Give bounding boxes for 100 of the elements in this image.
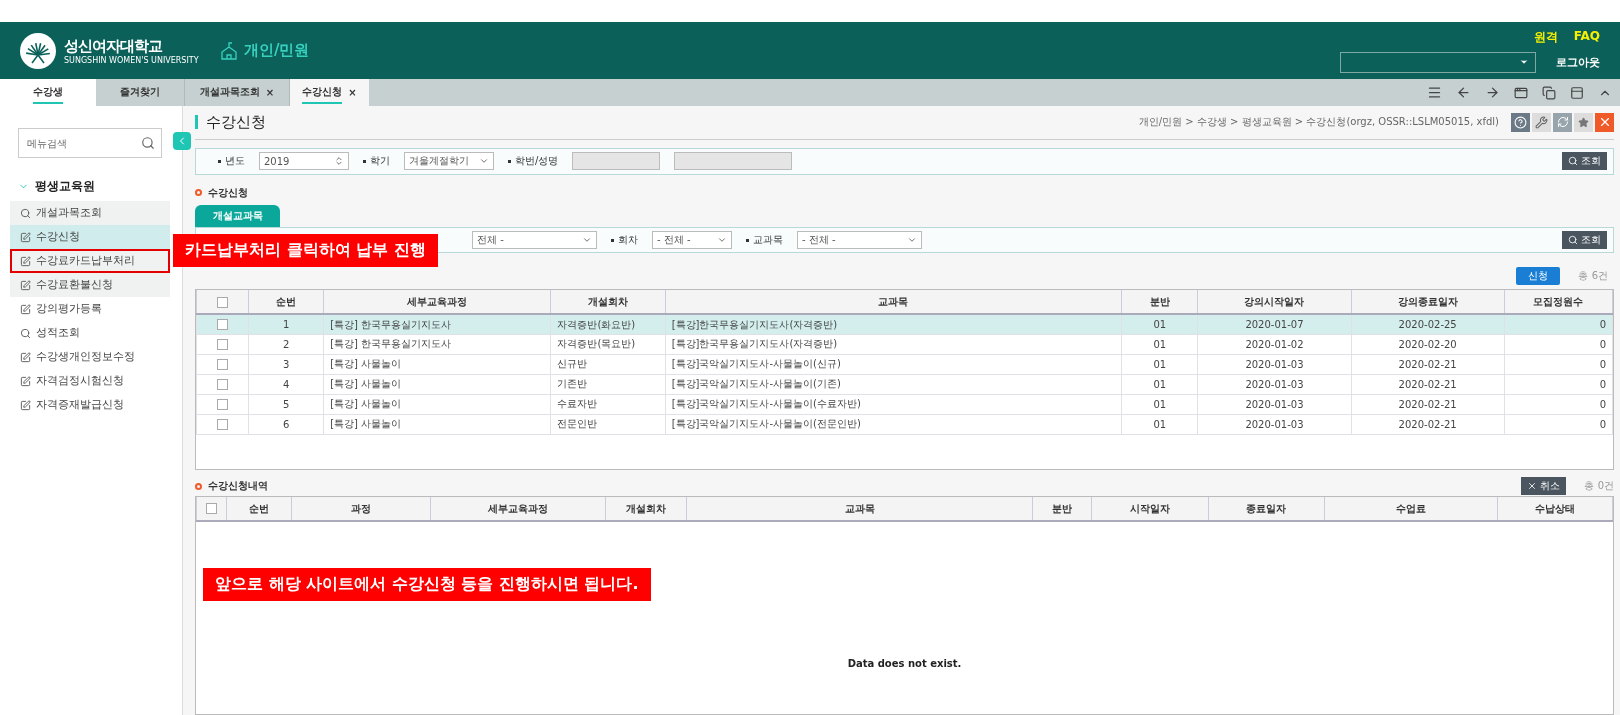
close-button[interactable]: [1595, 112, 1614, 132]
sidebar-item[interactable]: 개설과목조회: [10, 201, 170, 225]
cancel-button[interactable]: 취소: [1521, 477, 1567, 496]
table-cell: 2020-01-07: [1197, 314, 1352, 335]
table-cell: 0: [1504, 374, 1613, 395]
table-row[interactable]: 5 [특강] 사물놀이 수료자반 [특강]국악실기지도사-사물놀이(수료자반) 01 2020-01-03 2020-02-21 0: [196, 394, 1613, 415]
apply-button[interactable]: 신청: [1516, 267, 1561, 286]
back-icon[interactable]: [1456, 85, 1471, 100]
row-checkbox[interactable]: [217, 359, 229, 371]
window-icon[interactable]: [1514, 85, 1528, 100]
help-button[interactable]: [1511, 112, 1530, 132]
forward-icon[interactable]: [1485, 85, 1500, 100]
search-button[interactable]: 조회: [1562, 152, 1607, 171]
row-checkbox[interactable]: [217, 379, 229, 391]
star-icon: [1578, 116, 1589, 128]
row-checkbox[interactable]: [217, 319, 229, 331]
table-cell: 신규반: [550, 354, 666, 375]
table-cell: 전문인반: [550, 414, 666, 435]
sidebar-item[interactable]: 강의평가등록: [10, 297, 170, 321]
page-title: 수강신청: [195, 115, 266, 130]
search-icon[interactable]: [141, 136, 155, 150]
sidebar-item[interactable]: 자격검정시험신청: [10, 369, 170, 393]
filter-select[interactable]: - 전체 -: [652, 231, 732, 249]
table-cell: 0: [1504, 314, 1613, 335]
column-header: 개설회차: [605, 497, 687, 522]
edit-icon: [20, 303, 31, 315]
select-all-checkbox[interactable]: [217, 296, 229, 308]
column-header: 모집정원수: [1504, 290, 1613, 315]
filter-label: 회차: [618, 233, 638, 247]
logo-emblem-icon: [20, 32, 56, 69]
table-cell: 2020-01-03: [1197, 414, 1352, 435]
search-icon: [1568, 156, 1578, 167]
table-cell: 0: [1504, 334, 1613, 355]
filter-label: 학번/성명: [515, 154, 559, 169]
page-tab[interactable]: 수강신청 ×: [289, 79, 369, 106]
panel-icon[interactable]: [1570, 85, 1584, 100]
logo-title: 성신여자대학교: [64, 36, 164, 56]
logout-button[interactable]: 로그아웃: [1556, 54, 1600, 70]
row-checkbox[interactable]: [217, 339, 229, 351]
sidebar-item[interactable]: 성적조회: [10, 321, 170, 345]
menu-icon[interactable]: [1427, 85, 1442, 100]
student-id-field[interactable]: [572, 152, 661, 171]
empty-message: Data does not exist.: [846, 658, 963, 670]
column-header: 수납상태: [1497, 497, 1613, 522]
sidebar-item[interactable]: 자격증재발급신청: [10, 393, 170, 417]
table-cell: 01: [1121, 314, 1198, 335]
wrench-button[interactable]: [1532, 112, 1551, 132]
header-link[interactable]: FAQ: [1573, 28, 1600, 46]
close-icon[interactable]: ×: [348, 87, 357, 98]
table-cell: 1: [248, 314, 324, 335]
table-row[interactable]: 1 [특강] 한국무용실기지도사 자격증반(화요반) [특강]한국무용실기지도사(자격증반) 01 2020-01-07 2020-02-25 0: [196, 314, 1613, 335]
row-checkbox[interactable]: [217, 419, 229, 431]
sidebar-item[interactable]: 수강신청: [10, 225, 170, 249]
table-row[interactable]: 6 [특강] 사물놀이 전문인반 [특강]국악실기지도사-사물놀이(전문인반) 01 2020-01-03 2020-02-21 0: [196, 414, 1613, 435]
table-cell: [특강]국악실기지도사-사물놀이(전문인반): [665, 414, 1122, 435]
filter-select[interactable]: - 전체 -: [797, 231, 922, 249]
edit-icon: [20, 279, 31, 291]
row-checkbox[interactable]: [217, 399, 229, 411]
search-button[interactable]: 조회: [1562, 231, 1607, 249]
select-all-checkbox[interactable]: [206, 503, 218, 515]
star-button[interactable]: [1574, 112, 1593, 132]
table-cell: 01: [1121, 354, 1198, 375]
header-link[interactable]: 원격: [1533, 28, 1558, 46]
table-row[interactable]: 3 [특강] 사물놀이 신규반 [특강]국악실기지도사-사물놀이(신규) 01 2020-01-03 2020-02-21 0: [196, 354, 1613, 375]
column-header: 교과목: [686, 497, 1033, 522]
bullet-icon: [746, 238, 749, 242]
bullet-icon: [508, 159, 511, 163]
column-header: 세부교육과정: [323, 290, 551, 315]
sidebar-tab[interactable]: 수강생: [0, 79, 96, 106]
column-header: 분반: [1121, 290, 1198, 315]
filter-select[interactable]: 전체 -: [472, 231, 597, 249]
wrench-icon: [1535, 115, 1548, 129]
student-name-field[interactable]: [674, 152, 793, 171]
column-header: 강의종료일자: [1351, 290, 1505, 315]
table-cell: [특강] 한국무용실기지도사: [323, 314, 551, 335]
refresh-button[interactable]: [1553, 112, 1572, 132]
sidebar-item[interactable]: 수강료환불신청: [10, 273, 170, 297]
spinner-icon: [334, 156, 344, 167]
collapse-button[interactable]: [173, 132, 191, 150]
sidebar-item[interactable]: 수강생개인정보수정: [10, 345, 170, 369]
header-select[interactable]: [1340, 51, 1536, 73]
table-cell: 자격증반(화요반): [550, 314, 666, 335]
term-select[interactable]: 겨울계절학기: [404, 152, 494, 171]
close-icon[interactable]: ×: [265, 87, 275, 98]
table-row[interactable]: 2 [특강] 한국무용실기지도사 자격증반(목요반) [특강]한국무용실기지도사(자격증반) 01 2020-01-02 2020-02-20 0: [196, 334, 1613, 355]
close-icon: [1527, 481, 1538, 492]
caret-icon: [582, 235, 592, 245]
menu-search-field[interactable]: 메뉴검색: [18, 128, 162, 158]
bullet-icon: [363, 159, 366, 163]
table-row[interactable]: 4 [특강] 사물놀이 기존반 [특강]국악실기지도사-사물놀이(기존) 01 2020-01-03 2020-02-21 0: [196, 374, 1613, 395]
edit-icon: [20, 375, 31, 387]
bullet-icon: [195, 189, 202, 197]
sidebar-item[interactable]: 수강료카드납부처리: [10, 249, 170, 273]
column-header: 세부교육과정: [430, 497, 606, 522]
table-cell: 0: [1504, 394, 1613, 415]
total-count: 총 6건: [1578, 269, 1608, 284]
menu-group[interactable]: 평생교육원: [10, 172, 170, 201]
windows-icon[interactable]: [1542, 85, 1556, 100]
year-field[interactable]: 2019: [259, 152, 349, 171]
bullet-icon: [195, 482, 202, 490]
